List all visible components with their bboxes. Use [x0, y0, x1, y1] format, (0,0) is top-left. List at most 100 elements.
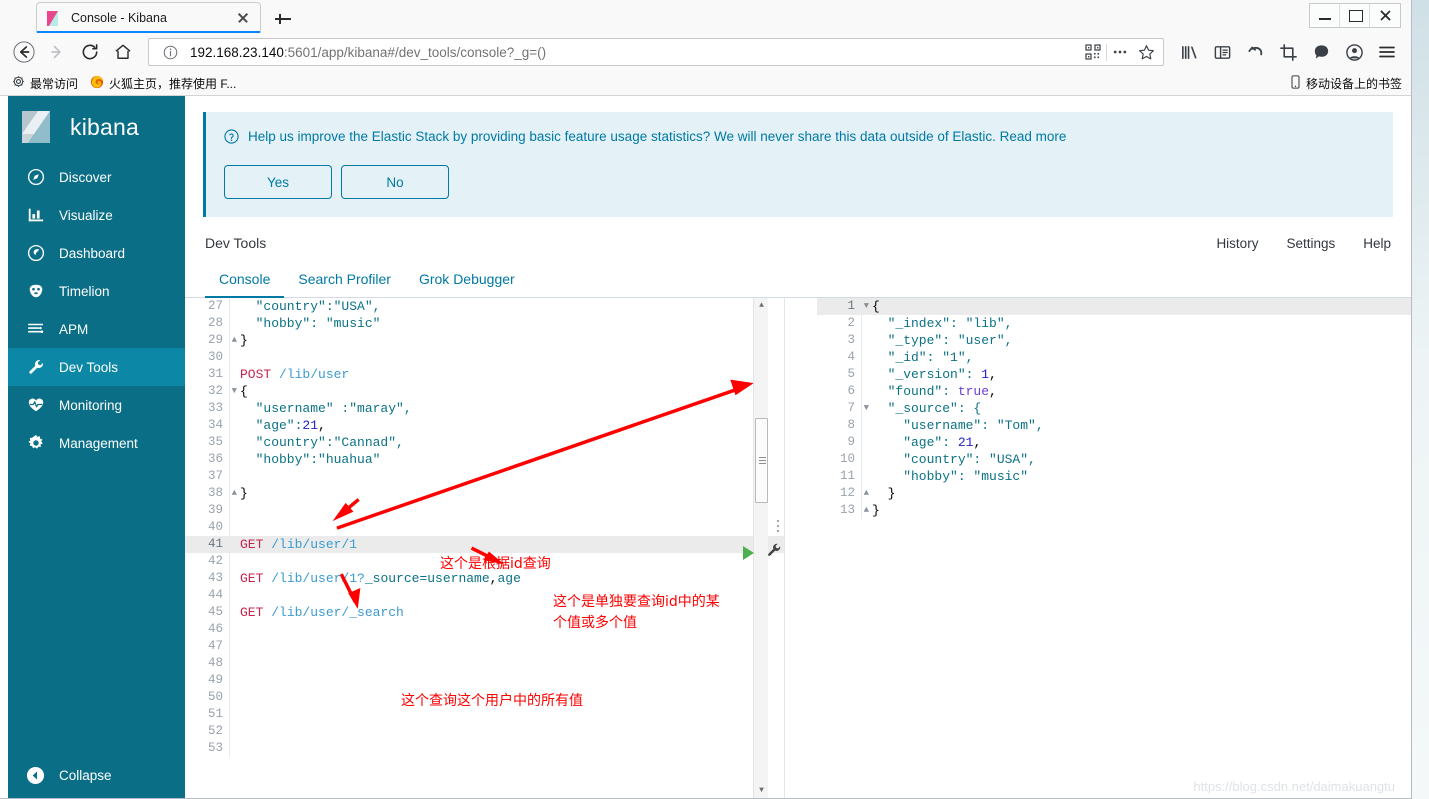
code-line[interactable]: 37: [185, 468, 784, 485]
ellipsis-icon[interactable]: [1107, 40, 1133, 64]
telemetry-no-button[interactable]: No: [341, 165, 449, 199]
code-line[interactable]: 10 "country": "USA",: [817, 451, 1411, 468]
menu-icon[interactable]: [1371, 36, 1403, 68]
sidebar-item-apm[interactable]: APM: [8, 310, 185, 348]
sidebar-item-monitoring[interactable]: Monitoring: [8, 386, 185, 424]
pane-resize-handle[interactable]: [776, 520, 780, 532]
bookmark-most-visited[interactable]: 最常访问: [9, 73, 81, 94]
code-text: [229, 672, 784, 689]
fold-toggle-icon[interactable]: ▲: [232, 485, 237, 502]
code-line[interactable]: 31 POST /lib/user: [185, 366, 784, 383]
fold-toggle-icon[interactable]: ▲: [864, 485, 869, 502]
sidebar-item-discover[interactable]: Discover: [8, 158, 185, 196]
window-close-button[interactable]: [1370, 4, 1400, 27]
line-number: 9: [847, 435, 855, 449]
code-line[interactable]: 29 ▲}: [185, 332, 784, 349]
request-wrench-icon[interactable]: [766, 542, 782, 562]
back-arrow-icon[interactable]: [8, 36, 40, 68]
run-request-button[interactable]: [743, 546, 754, 560]
code-line[interactable]: 40: [185, 519, 784, 536]
code-line[interactable]: 8 "username": "Tom",: [817, 417, 1411, 434]
tab-close-icon[interactable]: [234, 9, 252, 27]
tab-search-profiler[interactable]: Search Profiler: [284, 271, 405, 297]
qr-code-icon[interactable]: [1080, 40, 1106, 64]
url-text[interactable]: 192.168.23.140:5601/app/kibana#/dev_tool…: [183, 45, 1080, 60]
account-icon[interactable]: [1338, 36, 1370, 68]
new-tab-button[interactable]: [272, 8, 294, 30]
scroll-up-arrow-icon[interactable]: ▲: [754, 298, 769, 313]
code-line[interactable]: 6 "found": true,: [817, 383, 1411, 400]
code-line[interactable]: 47: [185, 638, 784, 655]
code-line[interactable]: 38 ▲}: [185, 485, 784, 502]
code-line[interactable]: 34 "age":21,: [185, 417, 784, 434]
dev-tools-links: History Settings Help: [1216, 236, 1391, 251]
code-line[interactable]: 7 ▼ "_source": {: [817, 400, 1411, 417]
reload-icon[interactable]: [74, 36, 106, 68]
code-line[interactable]: 32 ▼{: [185, 383, 784, 400]
browser-tab[interactable]: Console - Kibana: [36, 2, 261, 33]
sidebar-item-dev-tools[interactable]: Dev Tools: [8, 348, 185, 386]
sidebar-item-visualize[interactable]: Visualize: [8, 196, 185, 234]
fold-toggle-icon[interactable]: ▼: [864, 298, 869, 315]
code-line[interactable]: 48: [185, 655, 784, 672]
help-link[interactable]: Help: [1363, 236, 1391, 251]
sidebar-item-label: APM: [59, 321, 89, 337]
kibana-logo[interactable]: kibana: [8, 96, 185, 158]
tab-console[interactable]: Console: [205, 271, 285, 298]
code-line[interactable]: 4 "_id": "1",: [817, 349, 1411, 366]
fold-toggle-icon[interactable]: ▲: [864, 502, 869, 519]
code-line[interactable]: 12 ▲ }: [817, 485, 1411, 502]
telemetry-yes-button[interactable]: Yes: [224, 165, 332, 199]
fold-toggle-icon[interactable]: ▲: [232, 332, 237, 349]
sidebar-icon[interactable]: [1206, 36, 1238, 68]
code-line[interactable]: 3 "_type": "user",: [817, 332, 1411, 349]
forward-arrow-icon[interactable]: [41, 36, 73, 68]
info-circle-icon[interactable]: [157, 40, 183, 64]
code-line[interactable]: 13 ▲}: [817, 502, 1411, 519]
code-line[interactable]: 11 "hobby": "music": [817, 468, 1411, 485]
line-number: 36: [207, 452, 223, 466]
bookmarks-bar: 最常访问 火狐主页，推荐使用 F... 移动设备上的书签: [0, 71, 1411, 96]
request-editor[interactable]: 27 "country":"USA", 28 "hobby": "music" 29…: [185, 298, 785, 798]
bookmark-firefox-home[interactable]: 火狐主页，推荐使用 F...: [87, 73, 239, 94]
scrollbar-thumb[interactable]: [755, 418, 768, 503]
code-line[interactable]: 41 GET /lib/user/1: [185, 536, 784, 553]
tab-grok-debugger[interactable]: Grok Debugger: [405, 271, 529, 297]
code-line[interactable]: 53: [185, 740, 784, 757]
request-editor-lines[interactable]: 27 "country":"USA", 28 "hobby": "music" 29…: [185, 298, 784, 757]
code-line[interactable]: 39: [185, 502, 784, 519]
screenshot-icon[interactable]: [1272, 36, 1304, 68]
sidebar-item-timelion[interactable]: Timelion: [8, 272, 185, 310]
telemetry-read-more-link[interactable]: Read more: [1000, 129, 1067, 144]
undo-icon[interactable]: [1239, 36, 1271, 68]
code-line[interactable]: 52: [185, 723, 784, 740]
history-link[interactable]: History: [1216, 236, 1258, 251]
settings-link[interactable]: Settings: [1286, 236, 1335, 251]
code-line[interactable]: 30: [185, 349, 784, 366]
pocket-icon[interactable]: [1305, 36, 1337, 68]
fold-toggle-icon[interactable]: ▼: [232, 383, 237, 400]
fold-toggle-icon[interactable]: ▼: [864, 400, 869, 417]
code-line[interactable]: 27 "country":"USA",: [185, 298, 784, 315]
bookmark-mobile[interactable]: 移动设备上的书签: [1290, 74, 1402, 92]
scroll-down-arrow-icon[interactable]: ▼: [754, 783, 769, 798]
url-bar[interactable]: 192.168.23.140:5601/app/kibana#/dev_tool…: [148, 38, 1164, 66]
sidebar-item-management[interactable]: Management: [8, 424, 185, 462]
code-line[interactable]: 35 "country":"Cannad",: [185, 434, 784, 451]
code-line[interactable]: 5 "_version": 1,: [817, 366, 1411, 383]
code-line[interactable]: 36 "hobby":"huahua": [185, 451, 784, 468]
sidebar-item-dashboard[interactable]: Dashboard: [8, 234, 185, 272]
code-line[interactable]: 49: [185, 672, 784, 689]
star-icon[interactable]: [1133, 40, 1159, 64]
sidebar-collapse-button[interactable]: Collapse: [8, 752, 185, 798]
library-icon[interactable]: [1173, 36, 1205, 68]
code-line[interactable]: 9 "age": 21,: [817, 434, 1411, 451]
window-minimize-button[interactable]: [1310, 4, 1340, 27]
window-maximize-button[interactable]: [1340, 4, 1370, 27]
code-line[interactable]: 33 "username" :"maray",: [185, 400, 784, 417]
code-line[interactable]: 28 "hobby": "music": [185, 315, 784, 332]
code-line[interactable]: 1 ▼{: [817, 298, 1411, 315]
home-icon[interactable]: [107, 36, 139, 68]
response-editor[interactable]: 1 ▼{2 "_index": "lib", 3 "_type": "user", 4…: [785, 298, 1411, 798]
code-line[interactable]: 2 "_index": "lib",: [817, 315, 1411, 332]
